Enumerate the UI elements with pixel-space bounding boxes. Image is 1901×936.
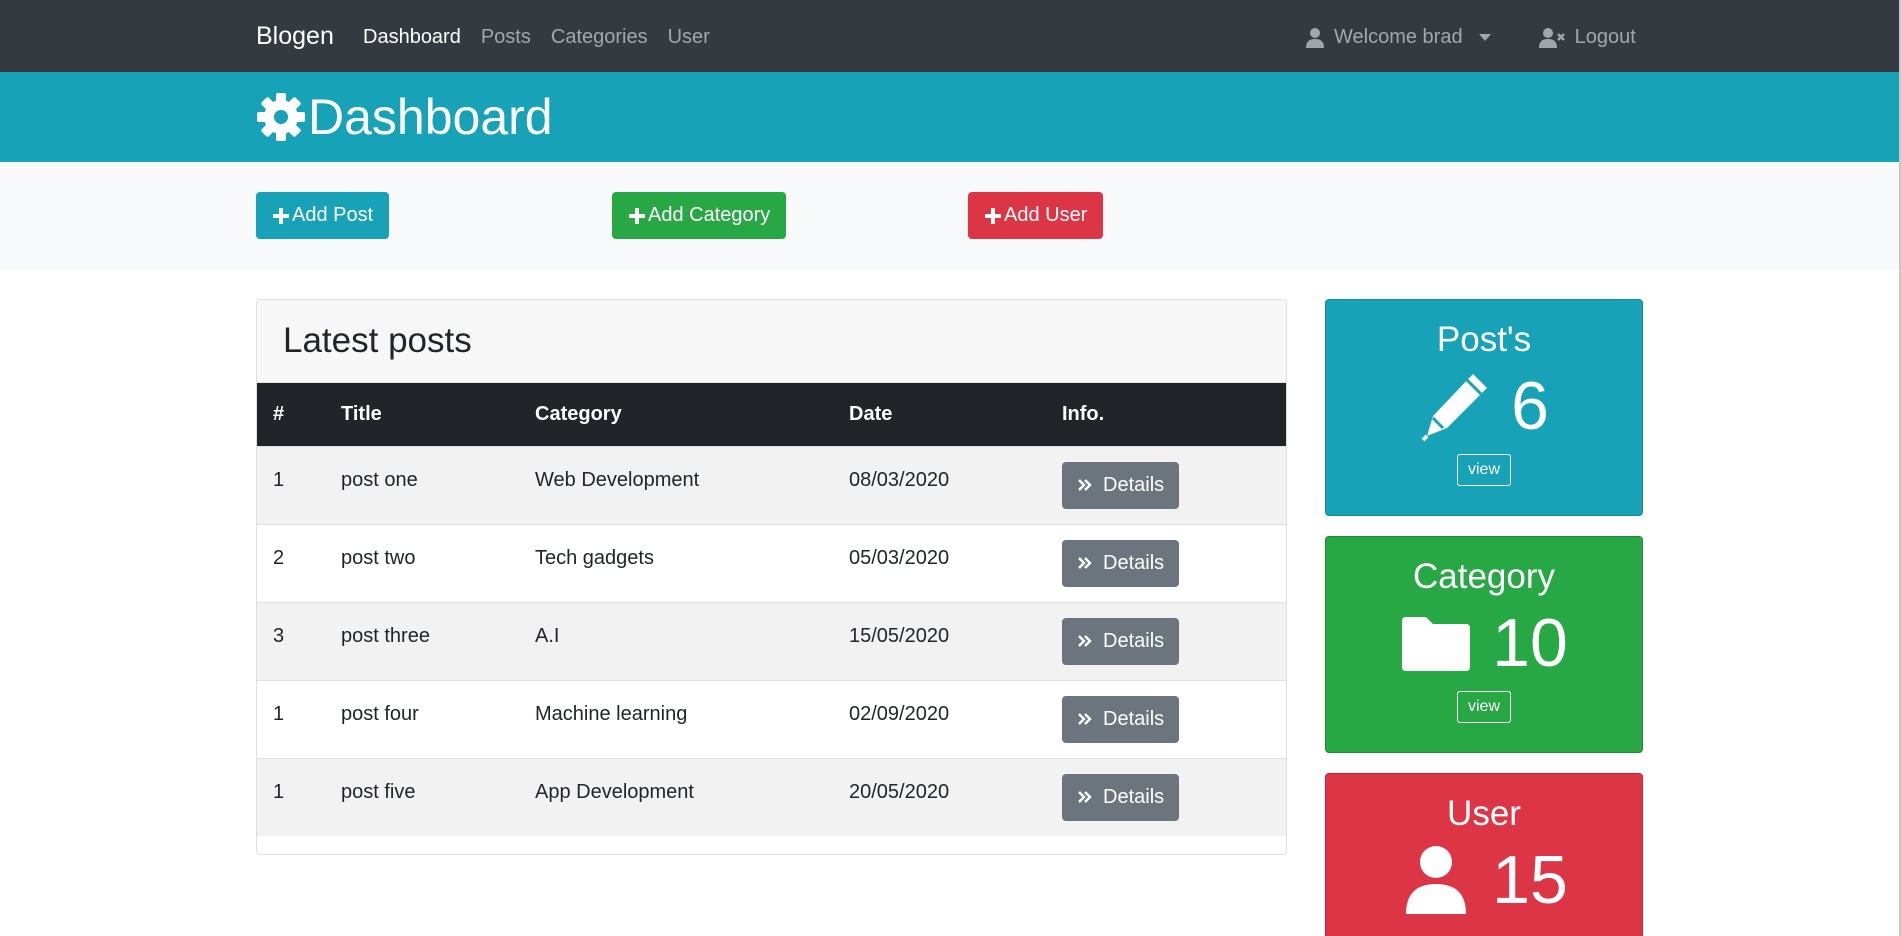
cell-number: 1 [273, 780, 285, 803]
column-header-date: Date [849, 402, 893, 425]
details-button[interactable]: Details [1062, 617, 1180, 665]
cell-number: 2 [273, 546, 285, 569]
caret-down-icon [1478, 34, 1491, 41]
cell-category: Machine learning [535, 702, 688, 725]
nav-link-user[interactable]: User [668, 26, 710, 49]
cell-date: 02/09/2020 [849, 702, 950, 725]
nav-link-dashboard[interactable]: Dashboard [363, 26, 461, 49]
logout-link[interactable]: Logout [1538, 26, 1636, 49]
stat-title: Category [1412, 557, 1556, 596]
table-row: 1 post five App Development 20/05/2020 D… [257, 758, 1286, 836]
details-button[interactable]: Details [1062, 695, 1180, 743]
stat-value: 15 [1492, 842, 1568, 918]
category-stat-card: Category 10 view [1325, 536, 1643, 753]
latest-posts-card: Latest posts # Title Category Date Info.… [256, 299, 1287, 855]
cell-date: 15/05/2020 [849, 624, 950, 647]
cell-category: Tech gadgets [535, 546, 654, 569]
view-posts-button[interactable]: view [1456, 454, 1511, 486]
details-label: Details [1103, 629, 1165, 652]
nav-links: Dashboard Posts Categories User [363, 26, 710, 49]
add-post-label: Add Post [292, 204, 374, 226]
angle-double-right-icon [1078, 557, 1092, 569]
stat-title: Post's [1436, 320, 1532, 359]
table-header-row: # Title Category Date Info. [257, 383, 1286, 446]
table-row: 2 post two Tech gadgets 05/03/2020 Detai… [257, 524, 1286, 602]
details-label: Details [1103, 707, 1165, 730]
details-button[interactable]: Details [1062, 773, 1180, 821]
table-row: 1 post four Machine learning 02/09/2020 … [257, 680, 1286, 758]
gear-icon [257, 93, 305, 141]
posts-table: # Title Category Date Info. 1 post one W… [257, 383, 1286, 836]
pencil-icon [1421, 374, 1488, 442]
user-stat-card: User 15 [1325, 773, 1643, 936]
column-header-category: Category [535, 402, 622, 425]
welcome-label: Welcome brad [1334, 26, 1463, 48]
add-category-label: Add Category [648, 204, 771, 226]
column-header-number: # [273, 402, 285, 425]
top-navbar: Blogen Dashboard Posts Categories User W… [0, 0, 1899, 72]
column-header-info: Info. [1062, 402, 1105, 425]
cell-title: post five [341, 780, 416, 803]
user-dropdown[interactable]: Welcome brad [1306, 26, 1491, 49]
angle-double-right-icon [1078, 713, 1092, 725]
details-button[interactable]: Details [1062, 461, 1180, 509]
details-button[interactable]: Details [1062, 539, 1180, 587]
add-user-label: Add User [1004, 204, 1088, 226]
cell-title: post one [341, 468, 418, 491]
nav-link-posts[interactable]: Posts [481, 26, 531, 49]
page-header: Dashboard [0, 72, 1899, 162]
cell-title: post two [341, 546, 416, 569]
posts-stat-card: Post's 6 view [1325, 299, 1643, 516]
details-label: Details [1103, 473, 1165, 496]
plus-icon [985, 207, 1001, 224]
cell-category: Web Development [535, 468, 700, 491]
view-category-button[interactable]: view [1456, 691, 1511, 723]
stat-title: User [1447, 794, 1521, 833]
cell-date: 20/05/2020 [849, 780, 950, 803]
table-row: 3 post three A.I 15/05/2020 Details [257, 602, 1286, 680]
stat-value: 10 [1492, 605, 1568, 681]
cell-number: 1 [273, 702, 285, 725]
page-title-text: Dashboard [308, 89, 553, 145]
column-header-title: Title [341, 402, 382, 425]
folder-icon [1402, 617, 1471, 671]
angle-double-right-icon [1078, 635, 1092, 647]
brand-logo[interactable]: Blogen [256, 22, 334, 51]
plus-icon [629, 207, 645, 224]
details-label: Details [1103, 785, 1165, 808]
cell-category: App Development [535, 780, 694, 803]
add-category-button[interactable]: Add Category [612, 192, 787, 239]
plus-icon [273, 207, 289, 224]
user-icon [1406, 846, 1467, 914]
stat-value: 6 [1511, 368, 1549, 444]
user-icon [1306, 27, 1324, 48]
card-header: Latest posts [257, 300, 1286, 383]
cell-category: A.I [535, 624, 560, 647]
cell-title: post four [341, 702, 419, 725]
cell-date: 05/03/2020 [849, 546, 950, 569]
cell-title: post three [341, 624, 430, 647]
angle-double-right-icon [1078, 791, 1092, 803]
add-post-button[interactable]: Add Post [256, 192, 390, 239]
actions-bar: Add Post Add Category Add User [0, 162, 1899, 270]
cell-number: 3 [273, 624, 285, 647]
cell-number: 1 [273, 468, 285, 491]
page-title: Dashboard [256, 88, 553, 146]
logout-label: Logout [1574, 26, 1636, 48]
nav-link-categories[interactable]: Categories [551, 26, 648, 49]
angle-double-right-icon [1078, 479, 1092, 491]
table-row: 1 post one Web Development 08/03/2020 De… [257, 446, 1286, 524]
card-title: Latest posts [283, 321, 472, 360]
add-user-button[interactable]: Add User [968, 192, 1104, 239]
cell-date: 08/03/2020 [849, 468, 950, 491]
nav-right: Welcome brad Logout [1306, 26, 1636, 49]
details-label: Details [1103, 551, 1165, 574]
user-times-icon [1538, 27, 1565, 48]
